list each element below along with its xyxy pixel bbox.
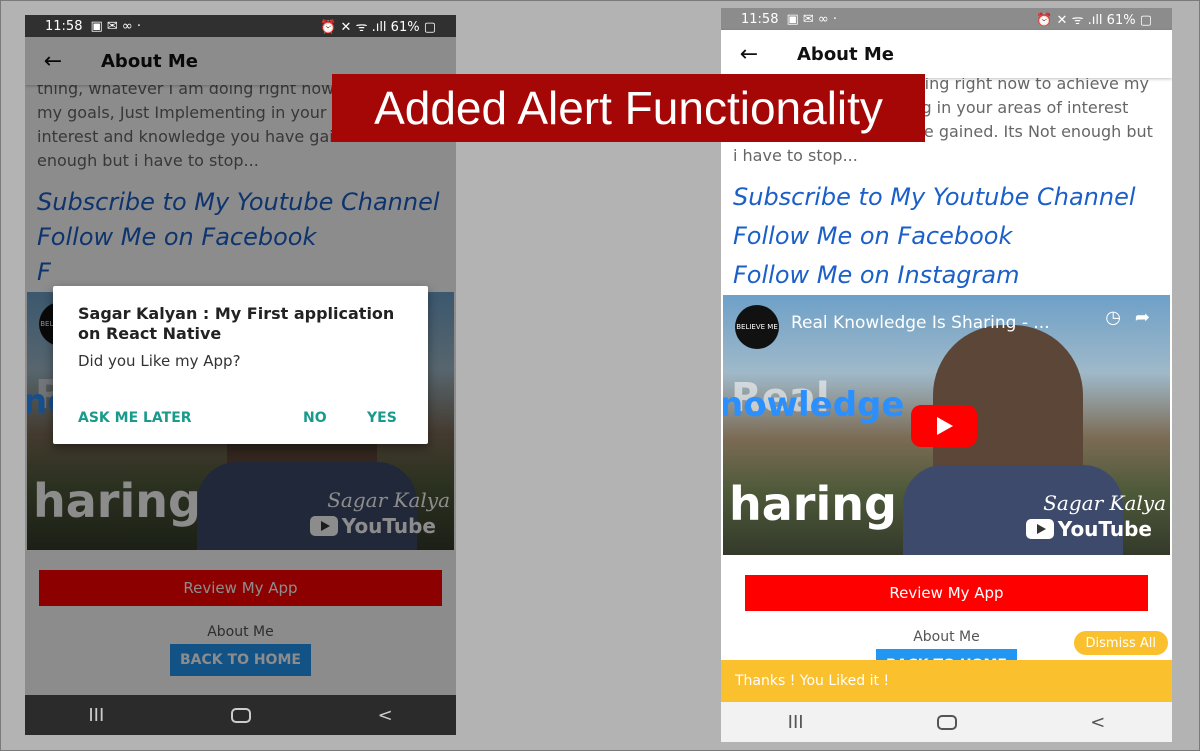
channel-avatar: BELIEVE ME xyxy=(735,305,779,349)
link-instagram[interactable]: Follow Me on Instagram xyxy=(721,263,1172,287)
recents-icon[interactable]: III xyxy=(88,705,104,726)
status-time: 11:58 xyxy=(45,18,83,34)
youtube-video[interactable]: BELIEVE ME Real Knowledge Is Sharing - .… xyxy=(723,295,1170,555)
alert-dialog: Sagar Kalyan : My First application on R… xyxy=(53,286,428,444)
youtube-brand: YouTube xyxy=(1057,517,1152,541)
video-actions: ◷ ➦ xyxy=(1105,307,1150,328)
link-youtube[interactable]: Subscribe to My Youtube Channel xyxy=(721,185,1172,209)
scroll-content[interactable]: thing, whatever I am doing right now to … xyxy=(721,78,1172,702)
dismiss-all-button[interactable]: Dismiss All xyxy=(1073,631,1168,655)
review-app-button[interactable]: Review My App xyxy=(745,575,1148,611)
ask-me-later-button[interactable]: ASK ME LATER xyxy=(78,410,192,426)
status-bar: 11:58 ▣ ✉ ∞ · ⏰ ✕ ᯤ .ıll 61% ▢ xyxy=(25,15,456,37)
youtube-logo: YouTube xyxy=(1025,517,1152,541)
nav-bar: III < xyxy=(721,702,1172,742)
notification-icons: ▣ ✉ ∞ · xyxy=(90,18,142,34)
toast-message: Thanks ! You Liked it ! xyxy=(735,673,890,689)
feature-banner: Added Alert Functionality xyxy=(332,74,925,142)
nav-back-icon[interactable]: < xyxy=(378,705,393,726)
toast-notification[interactable]: Thanks ! You Liked it ! xyxy=(721,660,1172,702)
video-title: Real Knowledge Is Sharing - ... xyxy=(791,313,1050,333)
status-bar: 11:58 ▣ ✉ ∞ · ⏰ ✕ ᯤ .ıll 61% ▢ xyxy=(721,8,1172,30)
nav-bar: III < xyxy=(25,695,456,735)
play-icon[interactable] xyxy=(911,405,977,447)
no-button[interactable]: NO xyxy=(303,410,327,426)
app-bar: ← About Me xyxy=(721,30,1172,78)
video-signature: Sagar Kalya xyxy=(1043,491,1166,515)
nav-back-icon[interactable]: < xyxy=(1090,712,1105,733)
recents-icon[interactable]: III xyxy=(788,712,804,733)
watch-later-icon[interactable]: ◷ xyxy=(1105,307,1121,328)
dialog-title: Sagar Kalyan : My First application on R… xyxy=(78,304,395,343)
status-time: 11:58 xyxy=(741,11,779,27)
video-overlay-knowledge: nowledge xyxy=(723,385,905,425)
share-icon[interactable]: ➦ xyxy=(1135,307,1150,328)
page-title: About Me xyxy=(797,43,894,65)
status-right-icons: ⏰ ✕ ᯤ .ıll 61% ▢ xyxy=(320,20,436,35)
link-facebook[interactable]: Follow Me on Facebook xyxy=(721,224,1172,248)
dialog-message: Did you Like my App? xyxy=(78,352,241,370)
home-icon[interactable] xyxy=(936,714,957,730)
video-overlay-sharing: haring xyxy=(729,477,897,531)
youtube-icon xyxy=(1025,519,1054,539)
home-icon[interactable] xyxy=(230,707,251,723)
back-arrow-icon[interactable]: ← xyxy=(721,42,777,67)
notification-icons: ▣ ✉ ∞ · xyxy=(786,11,838,27)
yes-button[interactable]: YES xyxy=(367,410,397,426)
status-right-icons: ⏰ ✕ ᯤ .ıll 61% ▢ xyxy=(1036,13,1152,28)
